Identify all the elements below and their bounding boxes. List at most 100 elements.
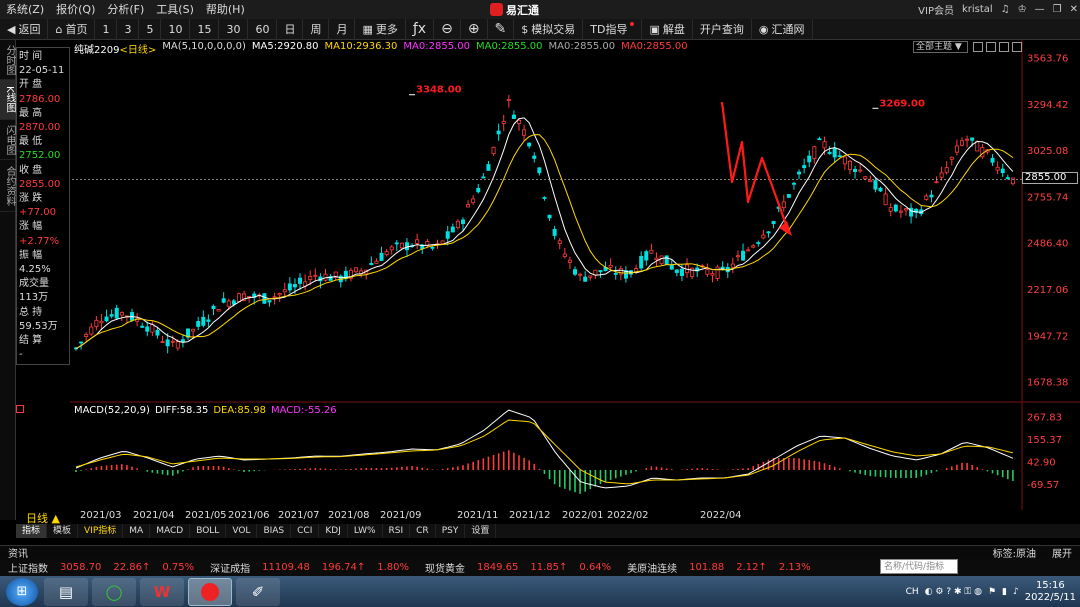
ticker-change: 11.85↑ [530, 562, 568, 573]
minimize-icon[interactable]: — [1035, 4, 1045, 15]
quote-info-panel: 时 间 22-05-11 开 盘 2786.00 最 高 2870.00 最 低 2752.0… [16, 47, 70, 365]
draw-pen-icon[interactable]: ✎ [488, 18, 515, 40]
kline-chart[interactable]: 3563.76 3294.42 3025.08 2755.74 2486.40 2217.… [70, 40, 1080, 520]
zoom-in-icon[interactable]: ⊕ [461, 18, 488, 40]
period-60[interactable]: 60 [248, 18, 278, 40]
macd-diff-line [75, 409, 1014, 489]
period-3[interactable]: 3 [117, 18, 140, 40]
more-label: 更多 [375, 22, 398, 36]
back-button[interactable]: ◀ 返回 [0, 18, 49, 40]
candle-body [578, 273, 583, 276]
restore-icon[interactable]: ❐ [1053, 4, 1062, 15]
indicator-tab[interactable]: VIP指标 [78, 524, 124, 538]
file-explorer-task[interactable]: ▤ [44, 577, 88, 606]
indicator-tab[interactable]: LW% [348, 524, 383, 538]
period-week[interactable]: 周 [303, 18, 330, 40]
signal-icon[interactable]: ▮ [1002, 587, 1007, 597]
macd-close-icon[interactable] [16, 405, 24, 413]
headset-icon[interactable]: ♫ [1001, 4, 1010, 15]
more-button[interactable]: ▦ 更多 [355, 18, 406, 40]
period-day[interactable]: 日 [277, 18, 304, 40]
indicator-tab[interactable]: BOLL [190, 524, 227, 538]
ticker-name[interactable]: 深证成指 [210, 560, 250, 575]
commentary-button[interactable]: ▣ 解盘 [642, 18, 693, 40]
huitong-button[interactable]: ◉ 汇通网 [752, 18, 813, 40]
indicator-tab[interactable]: VOL [226, 524, 258, 538]
expand-icon[interactable] [999, 42, 1009, 52]
indicator-tab[interactable]: CR [410, 524, 436, 538]
wps-task[interactable]: W [140, 577, 184, 606]
sim-trade-button[interactable]: $ 模拟交易 [514, 18, 584, 40]
x-tick-label: 2021/07 [278, 510, 320, 520]
indicator-tab[interactable]: MACD [150, 524, 191, 538]
tab-timeshare[interactable]: 分时图 [0, 40, 15, 80]
ticker-name[interactable]: 美原油连续 [627, 560, 677, 575]
period-month[interactable]: 月 [329, 18, 356, 40]
globe-icon: ◉ [758, 22, 769, 36]
close-panel-icon[interactable] [1012, 42, 1022, 52]
ma-settings[interactable]: MA(5,10,0,0,0,0) [162, 41, 246, 56]
menu-item-tools[interactable]: 工具(S) [150, 0, 200, 19]
candle-body [842, 156, 847, 165]
candle-body [415, 239, 420, 244]
candle-body [817, 138, 822, 141]
flag-icon[interactable]: ⚑ [988, 587, 996, 597]
close-icon[interactable]: ✕ [1070, 4, 1078, 15]
symbol-search-input[interactable]: 名称/代码/指标 [880, 559, 958, 574]
indicator-tab[interactable]: 设置 [465, 524, 497, 538]
menu-item-analysis[interactable]: 分析(F) [101, 0, 150, 19]
ticker-name[interactable]: 上证指数 [8, 560, 48, 575]
candle-body [735, 255, 740, 258]
lang-indicator[interactable]: CH [906, 587, 919, 597]
indicator-tab[interactable]: PSY [436, 524, 466, 538]
app-name: 易汇通 [506, 3, 539, 17]
tray-icons[interactable]: ◐ ⚙ ? ✱ ⚿ ◍ [925, 587, 982, 597]
tab-contract-info[interactable]: 合约资料 [0, 160, 15, 212]
period-1[interactable]: 1 [95, 18, 118, 40]
wechat-task[interactable]: ◯ [92, 577, 136, 606]
period-15[interactable]: 15 [190, 18, 220, 40]
indicator-tab[interactable]: MA [123, 524, 151, 538]
yihuitong-task[interactable] [188, 577, 232, 606]
indicator-tab[interactable]: CCI [291, 524, 320, 538]
ticker-name[interactable]: 现货黄金 [425, 560, 465, 575]
paint-task[interactable]: ✐ [236, 577, 280, 606]
clock[interactable]: 15:16 2022/5/11 [1025, 580, 1076, 604]
candle-body [277, 293, 282, 296]
shirt-icon[interactable]: ♔ [1018, 4, 1027, 15]
expand-button[interactable]: 展开 [1044, 545, 1080, 560]
home-button[interactable]: ⌂ 首页 [48, 18, 96, 40]
username[interactable]: kristal [962, 4, 993, 15]
menu-item-system[interactable]: 系统(Z) [0, 0, 50, 19]
indicator-tab[interactable]: KDJ [319, 524, 348, 538]
indicator-tab[interactable]: 指标 [16, 524, 48, 538]
menu-item-quote[interactable]: 报价(Q) [50, 0, 101, 19]
all-themes-dropdown[interactable]: 全部主题 ▼ [913, 41, 968, 53]
candle-body [282, 289, 287, 293]
candle-body [965, 138, 970, 141]
period-10[interactable]: 10 [161, 18, 191, 40]
td-guide-button[interactable]: TD指导 [583, 18, 643, 40]
volume-icon[interactable]: ♪ [1013, 587, 1019, 597]
start-button[interactable]: ⊞ [6, 577, 38, 606]
tab-kline[interactable]: K线图 [0, 80, 15, 120]
open-account-button[interactable]: 开户查询 [693, 18, 752, 40]
vip-label[interactable]: VIP会员 [918, 2, 954, 17]
indicator-tab[interactable]: BIAS [257, 524, 292, 538]
indicator-tab[interactable]: 模板 [47, 524, 79, 538]
period-5[interactable]: 5 [139, 18, 162, 40]
split-icon[interactable] [986, 42, 996, 52]
candle-body [150, 324, 155, 333]
indicator-tab[interactable]: RSI [383, 524, 411, 538]
zoom-out-icon[interactable]: ⊖ [434, 18, 461, 40]
ticker-pct: 1.80% [377, 562, 410, 573]
period-30[interactable]: 30 [219, 18, 249, 40]
candle-body [588, 275, 593, 278]
menu-item-help[interactable]: 帮助(H) [200, 0, 251, 19]
news-label[interactable]: 资讯 [0, 545, 36, 560]
layout-icon[interactable] [973, 42, 983, 52]
macd-name[interactable]: MACD(52,20,9) [74, 405, 150, 416]
news-tag[interactable]: 标签:原油 [985, 545, 1044, 560]
tab-lightning[interactable]: 闪电图 [0, 120, 15, 160]
fx-icon[interactable]: ƒx [406, 18, 435, 40]
